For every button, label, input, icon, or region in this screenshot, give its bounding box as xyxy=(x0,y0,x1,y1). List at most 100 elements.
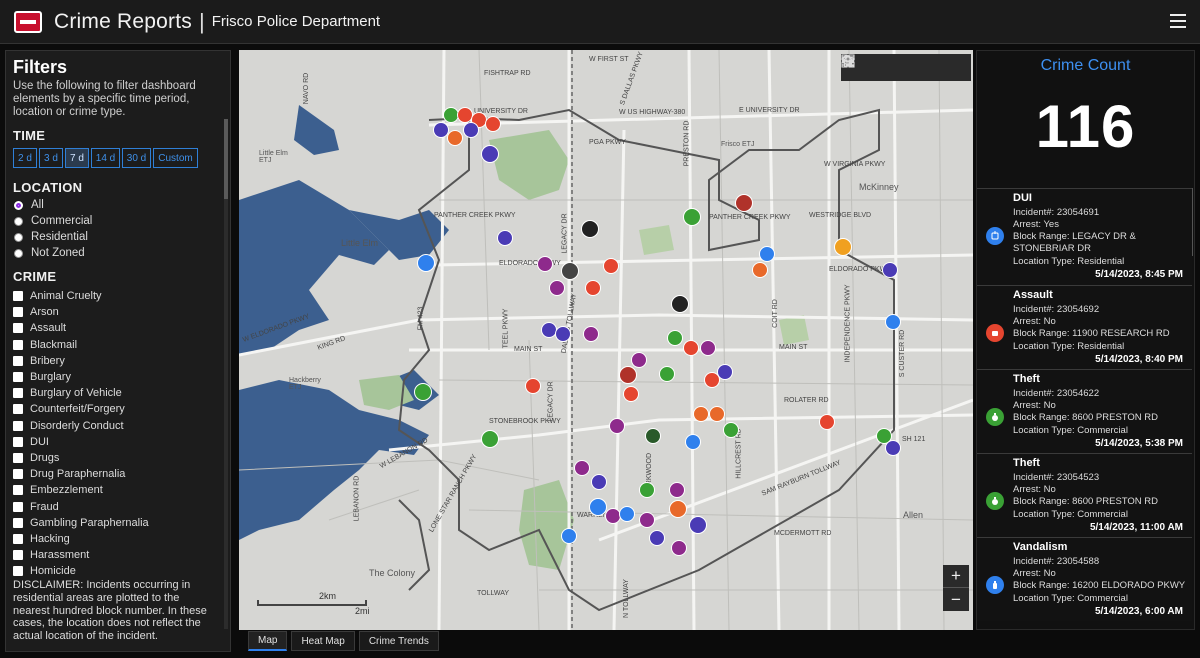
checkbox[interactable] xyxy=(13,307,23,318)
location-option-commercial[interactable]: Commercial xyxy=(13,213,217,229)
fraud-marker-icon[interactable] xyxy=(693,406,709,422)
drugs-marker-icon[interactable] xyxy=(631,352,647,368)
crime-option[interactable]: Fraud xyxy=(13,498,217,514)
crime-option[interactable]: Burglary xyxy=(13,369,217,385)
location-option-residential[interactable]: Residential xyxy=(13,229,217,245)
checkbox[interactable] xyxy=(13,420,23,431)
dui-marker-icon[interactable] xyxy=(417,254,435,272)
time-custom-button[interactable]: Custom xyxy=(153,148,198,168)
drugs-marker-icon[interactable] xyxy=(609,418,625,434)
checkbox[interactable] xyxy=(13,355,23,366)
theft-marker-icon[interactable] xyxy=(723,422,739,438)
crime-option[interactable]: DUI xyxy=(13,434,217,450)
burglary-marker-icon[interactable] xyxy=(649,530,665,546)
checkbox[interactable] xyxy=(13,452,23,463)
checkbox[interactable] xyxy=(13,372,23,383)
time-30d-button[interactable]: 30 d xyxy=(122,148,151,168)
dui-marker-icon[interactable] xyxy=(885,314,901,330)
theft-marker-icon[interactable] xyxy=(481,430,499,448)
checkbox[interactable] xyxy=(13,485,23,496)
checkbox[interactable] xyxy=(13,533,23,544)
assault-marker-icon[interactable] xyxy=(585,280,601,296)
zoom-in-button[interactable]: + xyxy=(943,565,969,588)
person-marker-icon[interactable] xyxy=(645,428,661,444)
hamburger-menu-icon[interactable] xyxy=(1170,14,1186,28)
radio-button[interactable] xyxy=(14,248,23,258)
crime-option[interactable]: Assault xyxy=(13,320,217,336)
crime-option[interactable]: Burglary of Vehicle xyxy=(13,385,217,401)
checkbox[interactable] xyxy=(13,436,23,447)
person-marker-icon[interactable] xyxy=(735,194,753,212)
crime-option[interactable]: Drugs xyxy=(13,450,217,466)
drugs-marker-icon[interactable] xyxy=(671,540,687,556)
drugs-marker-icon[interactable] xyxy=(669,482,685,498)
crime-option[interactable]: Homicide xyxy=(13,563,217,579)
weapon-marker-icon[interactable] xyxy=(561,262,579,280)
dui-marker-icon[interactable] xyxy=(759,246,775,262)
filters-scroll-thumb[interactable] xyxy=(224,119,228,199)
checkbox[interactable] xyxy=(13,517,23,528)
robbery-marker-icon[interactable] xyxy=(671,295,689,313)
radio-button[interactable] xyxy=(14,200,23,210)
drugs-marker-icon[interactable] xyxy=(700,340,716,356)
fraud-marker-icon[interactable] xyxy=(669,500,687,518)
fraud-marker-icon[interactable] xyxy=(752,262,768,278)
crime-option[interactable]: Arson xyxy=(13,304,217,320)
crime-option[interactable]: Blackmail xyxy=(13,337,217,353)
crime-option[interactable]: Harassment xyxy=(13,547,217,563)
drugs-marker-icon[interactable] xyxy=(639,512,655,528)
incident-card[interactable]: Theft Incident#: 23054622 Arrest: No Blo… xyxy=(977,369,1192,453)
radio-button[interactable] xyxy=(14,216,23,226)
time-7d-button[interactable]: 7 d xyxy=(65,148,89,168)
assault-marker-icon[interactable] xyxy=(819,414,835,430)
robbery-marker-icon[interactable] xyxy=(581,220,599,238)
crime-option[interactable]: Animal Cruelty xyxy=(13,288,217,304)
checkbox[interactable] xyxy=(13,501,23,512)
checkbox[interactable] xyxy=(13,550,23,561)
drugs-marker-icon[interactable] xyxy=(583,326,599,342)
crime-option[interactable]: Hacking xyxy=(13,531,217,547)
incident-card[interactable]: DUI Incident#: 23054691 Arrest: Yes Bloc… xyxy=(977,188,1192,285)
incident-card[interactable]: Theft Incident#: 23054523 Arrest: No Blo… xyxy=(977,453,1192,537)
theft-marker-icon[interactable] xyxy=(414,383,432,401)
burglary-marker-icon[interactable] xyxy=(463,122,479,138)
vehicle-marker-icon[interactable] xyxy=(481,145,499,163)
burglary-marker-icon[interactable] xyxy=(591,474,607,490)
checkbox[interactable] xyxy=(13,339,23,350)
crime-map[interactable]: FISHTRAP RD UNIVERSITY DR W US HIGHWAY-3… xyxy=(239,50,973,630)
crime-option[interactable]: Disorderly Conduct xyxy=(13,418,217,434)
theft-marker-icon[interactable] xyxy=(639,482,655,498)
person-marker-icon[interactable] xyxy=(619,366,637,384)
zoom-out-button[interactable]: − xyxy=(943,588,969,611)
crime-option[interactable]: Counterfeit/Forgery xyxy=(13,401,217,417)
burglary-marker-icon[interactable] xyxy=(555,326,571,342)
home-icon[interactable] xyxy=(842,55,891,77)
burglary-marker-icon[interactable] xyxy=(497,230,513,246)
legend-list-icon[interactable] xyxy=(842,56,915,77)
burglary-marker-icon[interactable] xyxy=(717,364,733,380)
radio-button[interactable] xyxy=(14,232,23,242)
assault-marker-icon[interactable] xyxy=(485,116,501,132)
tab-crime-trends[interactable]: Crime Trends xyxy=(358,631,439,651)
checkbox[interactable] xyxy=(13,404,23,415)
checkbox[interactable] xyxy=(13,566,23,577)
dui-marker-icon[interactable] xyxy=(619,506,635,522)
checkbox[interactable] xyxy=(13,291,23,302)
fraud-marker-icon[interactable] xyxy=(447,130,463,146)
drugs-marker-icon[interactable] xyxy=(574,460,590,476)
time-14d-button[interactable]: 14 d xyxy=(91,148,120,168)
time-3d-button[interactable]: 3 d xyxy=(39,148,63,168)
assault-marker-icon[interactable] xyxy=(525,378,541,394)
burglary-marker-icon[interactable] xyxy=(882,262,898,278)
warning-marker-icon[interactable] xyxy=(834,238,852,256)
theft-marker-icon[interactable] xyxy=(659,366,675,382)
dui-marker-icon[interactable] xyxy=(561,528,577,544)
vehicle-marker-icon[interactable] xyxy=(689,516,707,534)
checkbox[interactable] xyxy=(13,388,23,399)
layers-icon[interactable] xyxy=(841,55,939,77)
fraud-marker-icon[interactable] xyxy=(709,406,725,422)
location-option-not-zoned[interactable]: Not Zoned xyxy=(13,245,217,261)
crime-option[interactable]: Gambling Paraphernalia xyxy=(13,515,217,531)
tab-map[interactable]: Map xyxy=(248,631,288,651)
incident-card[interactable]: Assault Incident#: 23054692 Arrest: No B… xyxy=(977,285,1192,369)
